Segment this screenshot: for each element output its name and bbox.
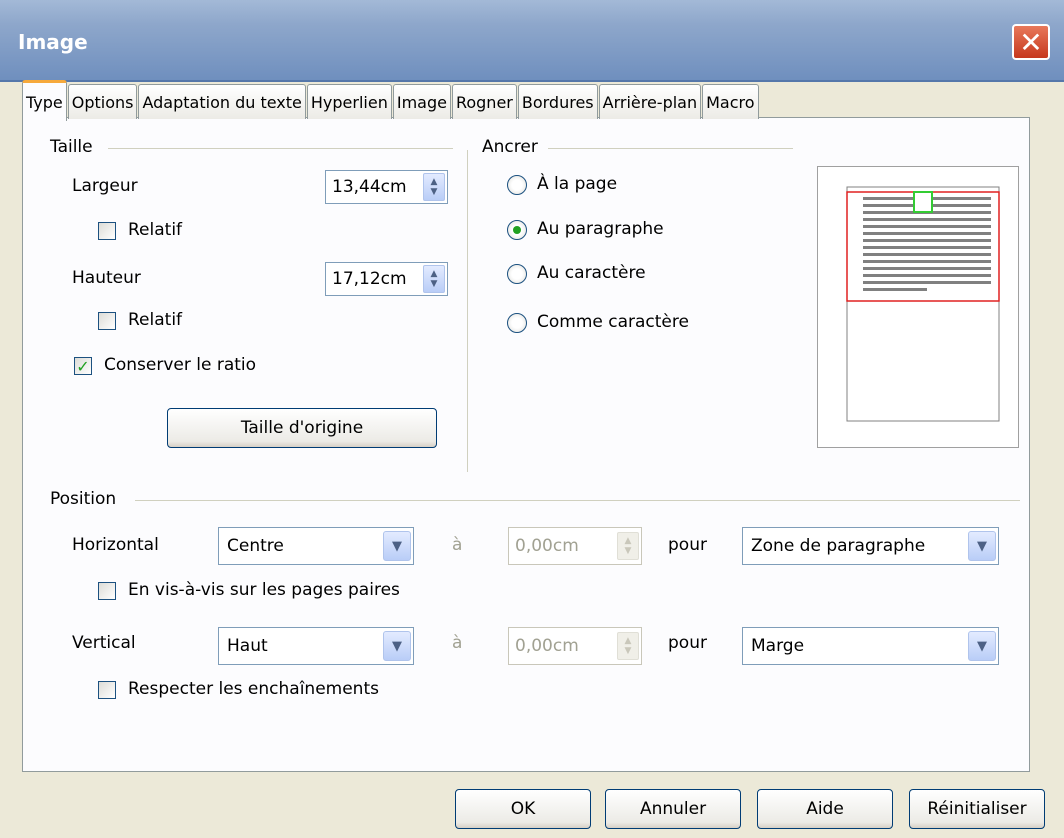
anchor-page-label: À la page <box>537 174 618 194</box>
vertical-ref-select[interactable]: Marge ▼ <box>742 627 999 665</box>
cancel-button[interactable]: Annuler <box>605 789 741 829</box>
tab-borders[interactable]: Bordures <box>517 84 598 119</box>
horizontal-offset-spinner[interactable]: 0,00cm ▲ ▼ <box>508 527 642 565</box>
tab-hyperlink[interactable]: Hyperlien <box>306 84 392 119</box>
vertical-value: Haut <box>227 636 268 656</box>
tab-bar: Type Options Adaptation du texte Hyperli… <box>22 80 760 121</box>
height-relative-label: Relatif <box>128 310 183 330</box>
vertical-for-label: pour <box>668 633 707 653</box>
radio-selected-dot <box>513 226 521 234</box>
anchor-group-label: Ancrer <box>482 137 544 157</box>
vertical-select[interactable]: Haut ▼ <box>218 627 414 665</box>
mirror-checkbox[interactable] <box>98 582 116 600</box>
title-bar <box>0 0 1064 82</box>
help-button[interactable]: Aide <box>757 789 893 829</box>
page-preview-icon <box>846 186 1000 422</box>
tab-image[interactable]: Image <box>392 84 451 119</box>
chevron-down-icon[interactable]: ▼ <box>383 531 411 561</box>
horizontal-ref-select[interactable]: Zone de paragraphe ▼ <box>742 527 999 565</box>
vertical-at-label: à <box>452 633 463 653</box>
spin-arrows-icon[interactable]: ▲ ▼ <box>423 173 445 201</box>
chevron-down-icon[interactable]: ▼ <box>968 531 996 561</box>
anchor-paragraph-label: Au paragraphe <box>537 219 664 239</box>
size-group-line <box>108 148 453 149</box>
tab-type[interactable]: Type <box>22 80 67 121</box>
keep-ratio-checkbox[interactable]: ✓ <box>74 356 92 376</box>
height-spinner[interactable]: 17,12cm ▲ ▼ <box>325 262 448 296</box>
chevron-down-icon[interactable]: ▼ <box>383 631 411 661</box>
height-relative-checkbox[interactable] <box>98 312 116 330</box>
position-group-label: Position <box>50 489 123 509</box>
vertical-offset-value: 0,00cm <box>515 636 579 656</box>
tab-options[interactable]: Options <box>67 84 138 119</box>
window-title: Image <box>18 30 88 54</box>
group-separator <box>467 150 468 472</box>
horizontal-select[interactable]: Centre ▼ <box>218 527 414 565</box>
follow-flow-checkbox[interactable] <box>98 681 116 699</box>
follow-flow-label: Respecter les enchaînements <box>128 679 379 699</box>
horizontal-label: Horizontal <box>72 535 159 555</box>
anchor-as-char-radio[interactable] <box>507 313 527 333</box>
anchor-page-radio[interactable] <box>507 175 527 195</box>
width-spinner[interactable]: 13,44cm ▲ ▼ <box>325 170 448 204</box>
keep-ratio-label: Conserver le ratio <box>104 355 257 375</box>
anchor-char-radio[interactable] <box>507 264 527 284</box>
tab-crop[interactable]: Rogner <box>451 84 517 119</box>
tab-background[interactable]: Arrière-plan <box>598 84 702 119</box>
horizontal-value: Centre <box>227 536 284 556</box>
original-size-button[interactable]: Taille d'origine <box>167 408 437 448</box>
tab-wrap[interactable]: Adaptation du texte <box>138 84 306 119</box>
width-value: 13,44cm <box>332 177 407 197</box>
check-icon: ✓ <box>76 356 90 376</box>
height-label: Hauteur <box>72 268 141 288</box>
horizontal-offset-value: 0,00cm <box>515 536 579 556</box>
tab-macro[interactable]: Macro <box>702 84 759 119</box>
width-label: Largeur <box>72 176 138 196</box>
vertical-offset-spinner[interactable]: 0,00cm ▲ ▼ <box>508 627 642 665</box>
mirror-label: En vis-à-vis sur les pages paires <box>128 580 400 600</box>
close-button[interactable]: ✕ <box>1012 24 1050 60</box>
close-icon: ✕ <box>1019 25 1043 59</box>
vertical-ref-value: Marge <box>751 636 805 656</box>
spin-arrows-icon[interactable]: ▲ ▼ <box>617 532 639 560</box>
height-value: 17,12cm <box>332 269 407 289</box>
horizontal-at-label: à <box>452 535 463 555</box>
anchor-as-char-label: Comme caractère <box>537 312 689 332</box>
horizontal-ref-value: Zone de paragraphe <box>751 536 926 556</box>
chevron-down-icon[interactable]: ▼ <box>968 631 996 661</box>
vertical-label: Vertical <box>72 633 136 653</box>
anchor-paragraph-radio[interactable] <box>507 220 527 240</box>
anchor-group-line <box>548 148 793 149</box>
position-group-line <box>135 500 1020 501</box>
ok-button[interactable]: OK <box>455 789 591 829</box>
width-relative-checkbox[interactable] <box>98 222 116 240</box>
anchor-char-label: Au caractère <box>537 263 646 283</box>
size-group-label: Taille <box>50 137 99 157</box>
anchor-preview <box>817 166 1019 448</box>
spin-arrows-icon[interactable]: ▲ ▼ <box>423 265 445 293</box>
width-relative-label: Relatif <box>128 220 183 240</box>
horizontal-for-label: pour <box>668 535 707 555</box>
reset-button[interactable]: Réinitialiser <box>909 789 1045 829</box>
spin-arrows-icon[interactable]: ▲ ▼ <box>617 632 639 660</box>
